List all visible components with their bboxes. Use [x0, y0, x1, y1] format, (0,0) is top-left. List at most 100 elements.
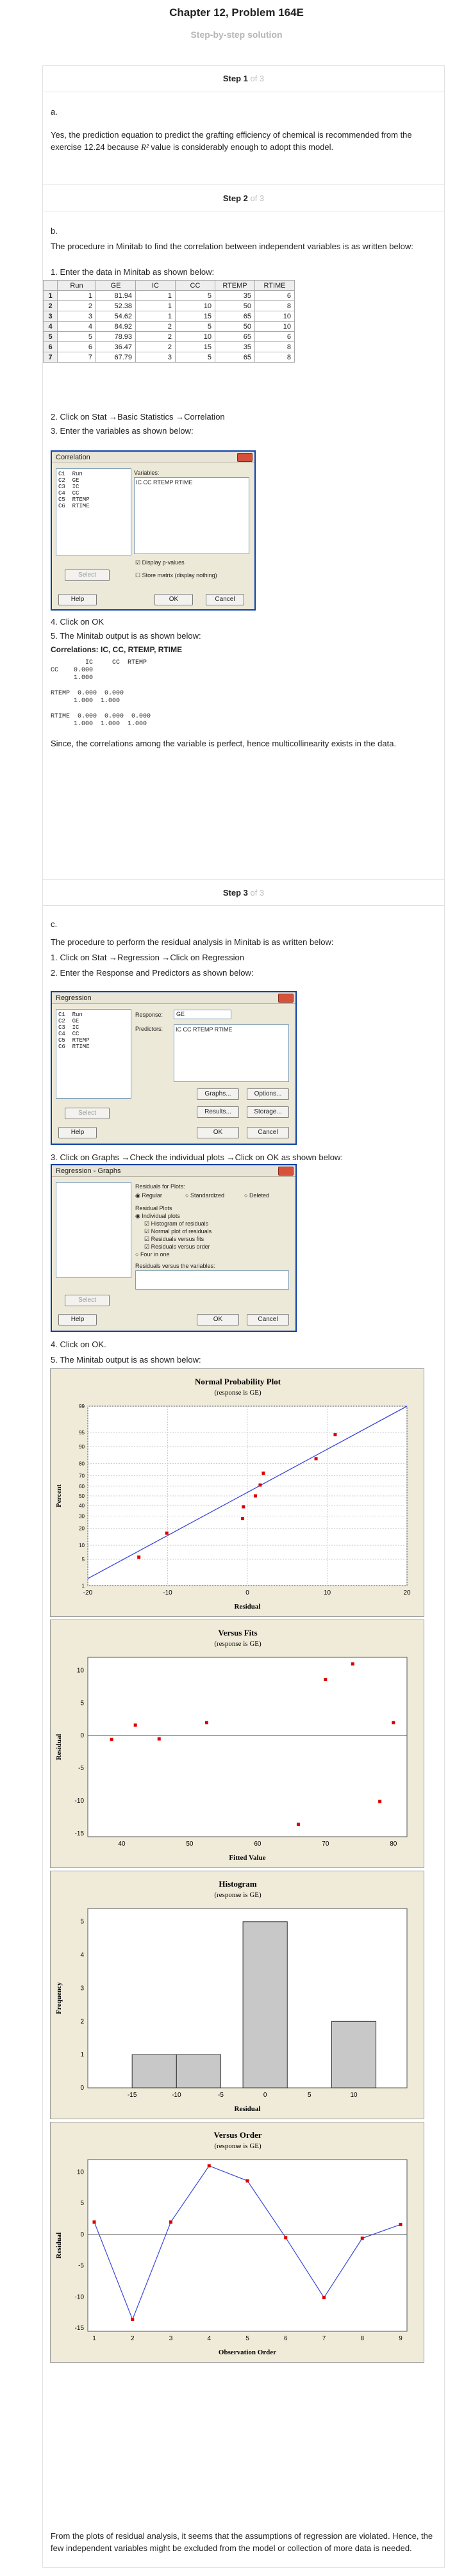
deleted-radio[interactable]: ○ Deleted	[244, 1192, 269, 1199]
chart-title: Versus Fits	[218, 1628, 257, 1637]
y-tick-label: 95	[79, 1430, 85, 1436]
x-axis-label: Residual	[235, 2105, 261, 2113]
y-tick-label: -10	[75, 1798, 85, 1805]
histogram-bar	[176, 2054, 221, 2088]
y-tick-label: -15	[75, 2325, 85, 2332]
close-icon[interactable]	[278, 1167, 294, 1176]
select-button[interactable]: Select	[65, 570, 110, 581]
data-point	[322, 2295, 326, 2299]
variables-label: Variables:	[134, 470, 160, 476]
data-point	[110, 1737, 113, 1741]
predictors-label: Predictors:	[135, 1026, 163, 1032]
dialog-title: Regression	[52, 992, 295, 1004]
x-tick-label: 70	[322, 1841, 329, 1848]
histogram-checkbox[interactable]: ☑ Histogram of residuals	[144, 1220, 208, 1227]
graphs-button[interactable]: Graphs...	[197, 1088, 239, 1100]
chart-title: Normal Probability Plot	[195, 1377, 281, 1386]
chart-panel-histogram: Histogram (response is GE) Residual Frequen…	[50, 1871, 424, 2119]
column-list[interactable]	[56, 1182, 131, 1278]
versus-order-plot: Versus Order (response is GE) Observation …	[55, 2130, 408, 2356]
select-button[interactable]: Select	[65, 1108, 110, 1119]
data-point	[284, 2236, 288, 2240]
column-list[interactable]: C1 Run C2 GE C3 IC C4 CC C5 RTEMP C6 RTIME	[56, 468, 131, 555]
x-tick-label: 9	[399, 2335, 402, 2342]
vs-order-checkbox[interactable]: ☑ Residuals versus order	[144, 1243, 210, 1251]
display-p-values-checkbox[interactable]: ☑ Display p-values	[135, 559, 185, 566]
close-icon[interactable]	[278, 994, 294, 1003]
y-axis-label: Residual	[55, 2233, 63, 2259]
four-in-one-radio[interactable]: ○ Four in one	[135, 1251, 169, 1258]
x-tick-label: 50	[186, 1841, 194, 1848]
x-tick-label: -5	[218, 2092, 224, 2099]
data-point	[392, 1721, 395, 1725]
histogram-bar	[131, 2054, 177, 2088]
vs-fits-checkbox[interactable]: ☑ Residuals versus fits	[144, 1236, 204, 1243]
step-3-instruction-4: 4. Click on OK.	[51, 1340, 106, 1349]
storage-button[interactable]: Storage...	[247, 1106, 289, 1118]
results-button[interactable]: Results...	[197, 1106, 239, 1118]
y-tick-label: 1	[82, 1583, 85, 1589]
y-axis-label: Residual	[55, 1734, 63, 1760]
cancel-button[interactable]: Cancel	[247, 1314, 289, 1325]
x-tick-label: -15	[128, 2092, 137, 2099]
data-point	[137, 1555, 141, 1559]
chart-subtitle: (response is GE)	[214, 1891, 261, 1899]
table-row: 5 5 78.93 2 10 65 6	[43, 331, 295, 342]
step-2-heading: Step 2 of 3	[222, 193, 265, 203]
select-button[interactable]: Select	[65, 1295, 110, 1306]
x-tick-label: 2	[131, 2335, 135, 2342]
standardized-radio[interactable]: ○ Standardized	[185, 1192, 224, 1199]
data-point	[133, 1723, 137, 1727]
data-point	[399, 2222, 402, 2226]
predictors-input[interactable]: IC CC RTEMP RTIME	[174, 1024, 289, 1082]
store-matrix-checkbox[interactable]: ☐ Store matrix (display nothing)	[135, 572, 217, 579]
x-axis-label: Residual	[235, 1603, 261, 1611]
table-row: 7 7 67.79 3 5 65 8	[43, 352, 295, 363]
help-button[interactable]: Help	[58, 1127, 97, 1138]
histogram-bar	[331, 2021, 377, 2088]
help-button[interactable]: Help	[58, 594, 97, 605]
step-1-card: Step 1 of 3 a. Yes, the prediction equat…	[42, 65, 445, 186]
regular-radio[interactable]: ◉ Regular	[135, 1192, 162, 1199]
x-axis-label: Observation Order	[219, 2349, 276, 2356]
normal-plot-checkbox[interactable]: ☑ Normal plot of residuals	[144, 1228, 212, 1235]
data-point	[207, 2164, 211, 2168]
vs-variables-input[interactable]	[135, 1270, 289, 1290]
y-tick-label: 20	[79, 1526, 85, 1532]
regression-dialog: Regression C1 Run C2 GE C3 IC C4 CC C5 RTEMP…	[51, 991, 297, 1145]
cancel-button[interactable]: Cancel	[206, 594, 244, 605]
y-tick-label: 2	[80, 2018, 84, 2025]
ok-button[interactable]: OK	[154, 594, 193, 605]
options-button[interactable]: Options...	[247, 1088, 289, 1100]
x-tick-label: 10	[350, 2092, 358, 2099]
chart-panel-versus-order: Versus Order (response is GE) Observation …	[50, 2122, 424, 2363]
chart-panel-normal-probability: Normal Probability Plot (response is GE) R…	[50, 1368, 424, 1617]
page-subtitle: Step-by-step solution	[190, 29, 283, 40]
close-icon[interactable]	[237, 453, 253, 462]
chart-title: Histogram	[219, 1879, 256, 1889]
ok-button[interactable]: OK	[197, 1127, 239, 1138]
page-title: Chapter 12, Problem 164E	[169, 6, 304, 19]
response-input[interactable]: GE	[174, 1010, 231, 1019]
ok-button[interactable]: OK	[197, 1314, 239, 1325]
x-tick-label: 1	[92, 2335, 96, 2342]
column-list[interactable]: C1 Run C2 GE C3 IC C4 CC C5 RTEMP C6 RTIME	[56, 1009, 131, 1099]
y-tick-label: 70	[79, 1473, 85, 1479]
minitab-data-table: Run GE IC CC RTEMP RTIME 1 1 81.94 1 5 35 6 22…	[43, 280, 295, 363]
help-button[interactable]: Help	[58, 1314, 97, 1325]
y-tick-label: 30	[79, 1514, 85, 1520]
x-tick-label: 6	[284, 2335, 288, 2342]
part-a-label: a.	[51, 107, 58, 117]
variables-input[interactable]: IC CC RTEMP RTIME	[134, 477, 249, 554]
data-point	[324, 1678, 328, 1682]
versus-fits-plot: Versus Fits (response is GE) Fitted Value R…	[55, 1628, 408, 1862]
chart-subtitle: (response is GE)	[214, 1389, 261, 1397]
data-point	[241, 1516, 245, 1520]
regression-graphs-dialog: Regression - Graphs Residuals for Plots:…	[51, 1164, 297, 1332]
y-tick-label: 4	[80, 1952, 84, 1959]
individual-plots-radio[interactable]: ◉ Individual plots	[135, 1213, 180, 1220]
y-tick-label: 10	[77, 1667, 85, 1674]
cancel-button[interactable]: Cancel	[247, 1127, 289, 1138]
data-point	[157, 1737, 161, 1741]
y-tick-label: 10	[79, 1543, 85, 1548]
